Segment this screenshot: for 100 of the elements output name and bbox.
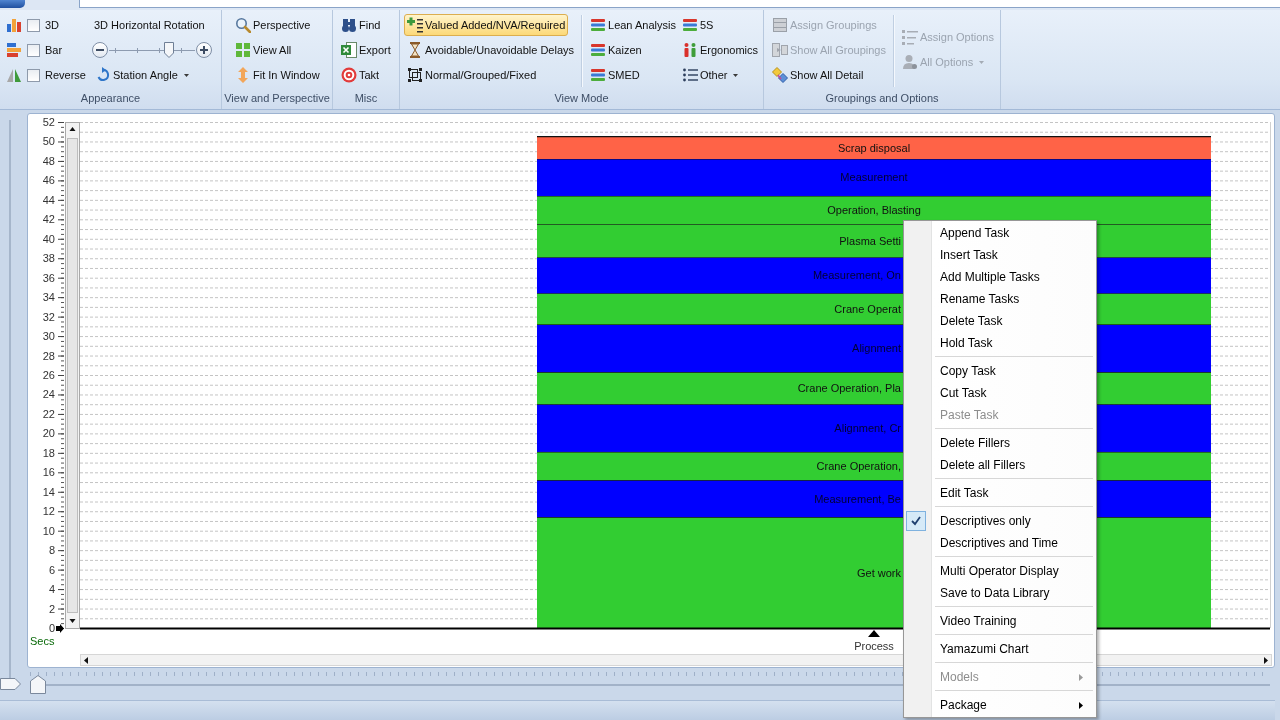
- horizontal-bars-icon: [6, 42, 22, 58]
- menu-item[interactable]: Hold Task: [905, 332, 1095, 354]
- y-axis-label: 2: [48, 602, 55, 615]
- ribbon-button[interactable]: Fit In Window: [232, 64, 323, 86]
- caret-icon: [183, 73, 189, 77]
- view-mode-button[interactable]: Lean Analysis: [587, 14, 679, 36]
- y-axis-label: 36: [42, 271, 55, 284]
- bar-segment-label: Get work: [857, 566, 901, 579]
- stack-icon: [772, 17, 788, 33]
- stacked-bars-icon: [590, 17, 606, 33]
- y-axis-label: 44: [42, 193, 55, 206]
- y-axis-label: 30: [42, 330, 55, 343]
- checkbox-label: Reverse: [45, 69, 86, 81]
- view-mode-button[interactable]: Normal/Grouped/Fixed: [404, 64, 540, 86]
- bar-segment-label: Crane Operat: [834, 302, 901, 315]
- menu-item[interactable]: Edit Task: [905, 482, 1095, 504]
- y-axis-label: 42: [42, 213, 55, 226]
- vertical-scrollbar[interactable]: [65, 122, 80, 629]
- view-mode-button[interactable]: Avoidable/Unavoidable Delays: [404, 39, 577, 61]
- y-axis-label: 4: [48, 583, 55, 596]
- menu-item[interactable]: Delete Fillers: [905, 432, 1095, 454]
- dropdown-button[interactable]: Other: [678, 64, 742, 86]
- spreadsheet-icon: [341, 42, 357, 58]
- ribbon-button[interactable]: View All: [232, 39, 295, 61]
- bar-segment-label: Alignment, Cr: [834, 422, 901, 435]
- checkbox[interactable]: [27, 43, 40, 57]
- ribbon-button[interactable]: Perspective: [232, 14, 314, 36]
- view-mode-button[interactable]: Kaizen: [587, 39, 645, 61]
- menu-item[interactable]: Descriptives only: [905, 510, 1095, 532]
- y-axis-label: 34: [42, 291, 55, 304]
- scroll-left-arrow-icon[interactable]: [84, 656, 88, 664]
- nested-squares-icon: [407, 67, 423, 83]
- stacked-bars-icon: [590, 42, 606, 58]
- scroll-up-arrow-icon[interactable]: [69, 127, 76, 131]
- y-axis-label: 22: [42, 407, 55, 420]
- hourglass-icon: [407, 42, 423, 58]
- y-axis-label: 12: [42, 505, 55, 518]
- menu-item[interactable]: Insert Task: [905, 244, 1095, 266]
- magnifier-icon: [235, 17, 251, 33]
- diamonds-icon: [772, 67, 788, 83]
- menu-item[interactable]: Append Task: [905, 222, 1095, 244]
- menu-item[interactable]: Descriptives and Time: [905, 532, 1095, 554]
- view-mode-button[interactable]: SMED: [587, 64, 643, 86]
- menu-item[interactable]: Multi Operator Display: [905, 560, 1095, 582]
- checkbox-label: Bar: [45, 44, 63, 56]
- menu-item[interactable]: Yamazumi Chart: [905, 638, 1095, 660]
- scroll-right-arrow-icon[interactable]: [1264, 656, 1268, 664]
- ribbon-button[interactable]: Show All Detail: [769, 64, 867, 86]
- person-icon: [902, 54, 918, 70]
- y-axis-label: 50: [42, 135, 55, 148]
- y-axis-label: 6: [48, 563, 55, 576]
- checkbox[interactable]: [27, 68, 40, 82]
- menu-item[interactable]: Cut Task: [905, 382, 1095, 404]
- y-axis-label: 48: [42, 154, 55, 167]
- numbered-list-icon: [902, 29, 918, 45]
- y-axis-label: 28: [42, 349, 55, 362]
- menu-item[interactable]: Video Training: [905, 610, 1095, 632]
- y-axis-label: 0: [48, 622, 55, 634]
- menu-item[interactable]: Save to Data Library: [905, 582, 1095, 604]
- menu-item[interactable]: Copy Task: [905, 360, 1095, 382]
- y-axis-label: 18: [42, 446, 55, 459]
- y-axis-label: 10: [42, 524, 55, 537]
- scroll-down-arrow-icon[interactable]: [69, 619, 76, 623]
- increase-button[interactable]: [195, 42, 212, 58]
- bar-segment-label: Operation, Blasting: [827, 204, 921, 217]
- dropdown-button[interactable]: Station Angle: [91, 64, 192, 86]
- bar-segment-label: Measurement, Be: [814, 492, 901, 505]
- y-axis-label: 26: [42, 369, 55, 381]
- ribbon-button[interactable]: Find: [338, 14, 384, 36]
- view-mode-button[interactable]: 5S: [678, 14, 717, 36]
- slider-thumb[interactable]: [164, 42, 175, 58]
- menu-item[interactable]: Package: [905, 694, 1095, 716]
- view-mode-button[interactable]: Ergonomics: [678, 39, 761, 61]
- menu-item[interactable]: Rename Tasks: [905, 288, 1095, 310]
- view-mode-button[interactable]: Valued Added/NVA/Required: [404, 14, 569, 36]
- checkbox[interactable]: [27, 18, 40, 32]
- category-marker-icon: [868, 630, 880, 637]
- y-axis-label: 32: [42, 310, 55, 323]
- slider-thumb[interactable]: [0, 678, 21, 690]
- ribbon-button[interactable]: Takt: [338, 64, 383, 86]
- group-label: View Mode: [553, 91, 610, 106]
- slider-thumb[interactable]: [30, 675, 46, 694]
- four-squares-icon: [235, 42, 251, 58]
- menu-item[interactable]: Add Multiple Tasks: [905, 266, 1095, 288]
- decrease-button[interactable]: [91, 42, 108, 58]
- slider-label: 3D Horizontal Rotation: [93, 19, 205, 31]
- y-axis-label: 38: [42, 252, 55, 265]
- menu-item[interactable]: Delete Task: [905, 310, 1095, 332]
- plus-icon: [199, 46, 208, 54]
- application-button[interactable]: [0, 0, 25, 8]
- y-axis-label: 14: [42, 485, 55, 498]
- group-label: Groupings and Options: [824, 91, 940, 106]
- bar-segment-label: Scrap disposal: [837, 141, 911, 154]
- bar-segment-label: Measurement, On: [812, 269, 901, 282]
- checkbox-label: 3D: [45, 19, 60, 31]
- ribbon-button[interactable]: Export: [338, 39, 394, 61]
- axis-unit-label: Secs: [30, 635, 55, 647]
- caret-icon: [733, 73, 739, 77]
- target-icon: [341, 67, 357, 83]
- menu-item[interactable]: Delete all Fillers: [905, 454, 1095, 476]
